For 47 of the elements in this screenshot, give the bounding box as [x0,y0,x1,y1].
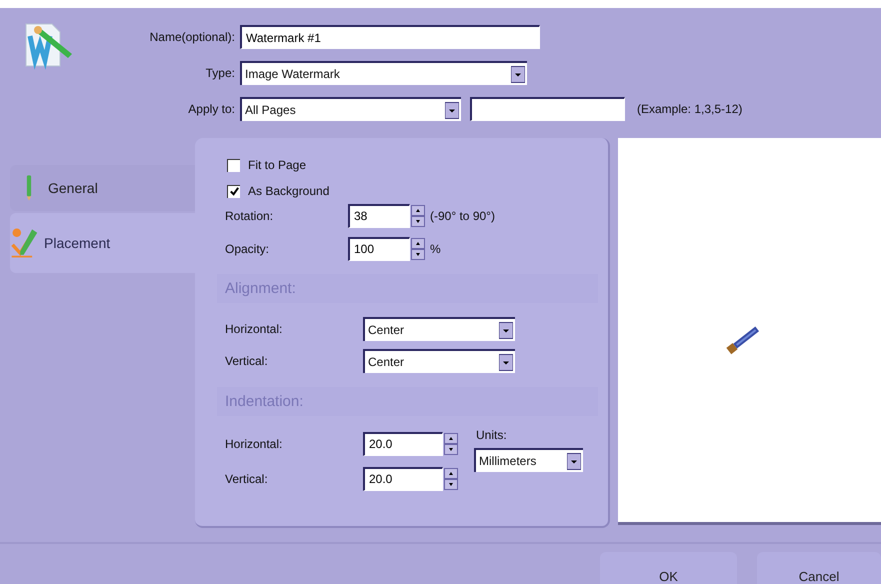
field-label: Apply to: [187,102,235,116]
units-label: Units: [476,428,508,442]
apply-to-dropdown[interactable]: All Pages [240,97,461,121]
checkbox-label: As Background [248,184,330,198]
pages-input-field[interactable] [470,97,625,121]
section-header: Indentation: [217,387,598,416]
spin-input-field[interactable]: 20.0 [363,432,443,456]
field-label: Opacity: [225,242,270,256]
units-dropdown[interactable]: Millimeters [474,448,583,472]
example-hint: (Example: 1,3,5-12) [637,102,742,116]
spin-down-button[interactable] [444,444,458,454]
spin-input-field[interactable]: 100 [348,236,410,260]
field-label: Horizontal: [225,322,284,336]
alignment-dropdown[interactable]: Center [363,317,515,341]
spin-down-button[interactable] [411,216,425,226]
caret-icon [445,102,459,118]
sidebar-tab[interactable]: General [10,165,195,211]
alignment-dropdown[interactable]: Center [363,349,515,373]
type-dropdown[interactable]: Image Watermark [240,61,527,85]
checkbox-label: Fit to Page [248,158,306,172]
field-label: Vertical: [225,354,269,368]
field-label: Vertical: [225,472,269,486]
spin-up-button[interactable] [444,432,458,444]
checkbox[interactable] [227,158,240,172]
spin-down-button[interactable] [444,478,458,490]
section-header: Alignment: [217,274,598,303]
spin-down-button[interactable] [411,248,425,260]
spin-up-button[interactable] [444,468,458,478]
sidebar-tab[interactable]: Placement [10,213,195,273]
range-hint: (-90° to 90°) [430,208,495,222]
spin-input-field[interactable]: 20.0 [363,466,443,490]
caret-icon [511,66,525,82]
range-hint: % [430,242,441,256]
caret-icon [499,322,513,338]
field-label: Horizontal: [225,436,284,450]
caret-icon [499,354,513,370]
spin-input-field[interactable]: 38 [348,204,410,228]
field-label: Type: [204,66,235,80]
checkbox[interactable] [227,184,240,198]
spin-up-button[interactable] [411,238,425,248]
spin-up-button[interactable] [411,204,425,216]
field-label: Rotation: [225,208,274,222]
name-input-field[interactable]: Watermark #1 [240,25,540,49]
field-label: Name(optional): [148,30,235,44]
caret-icon [567,452,581,470]
dialog-button[interactable]: OK [600,552,737,584]
dialog-button[interactable]: Cancel [757,552,881,584]
